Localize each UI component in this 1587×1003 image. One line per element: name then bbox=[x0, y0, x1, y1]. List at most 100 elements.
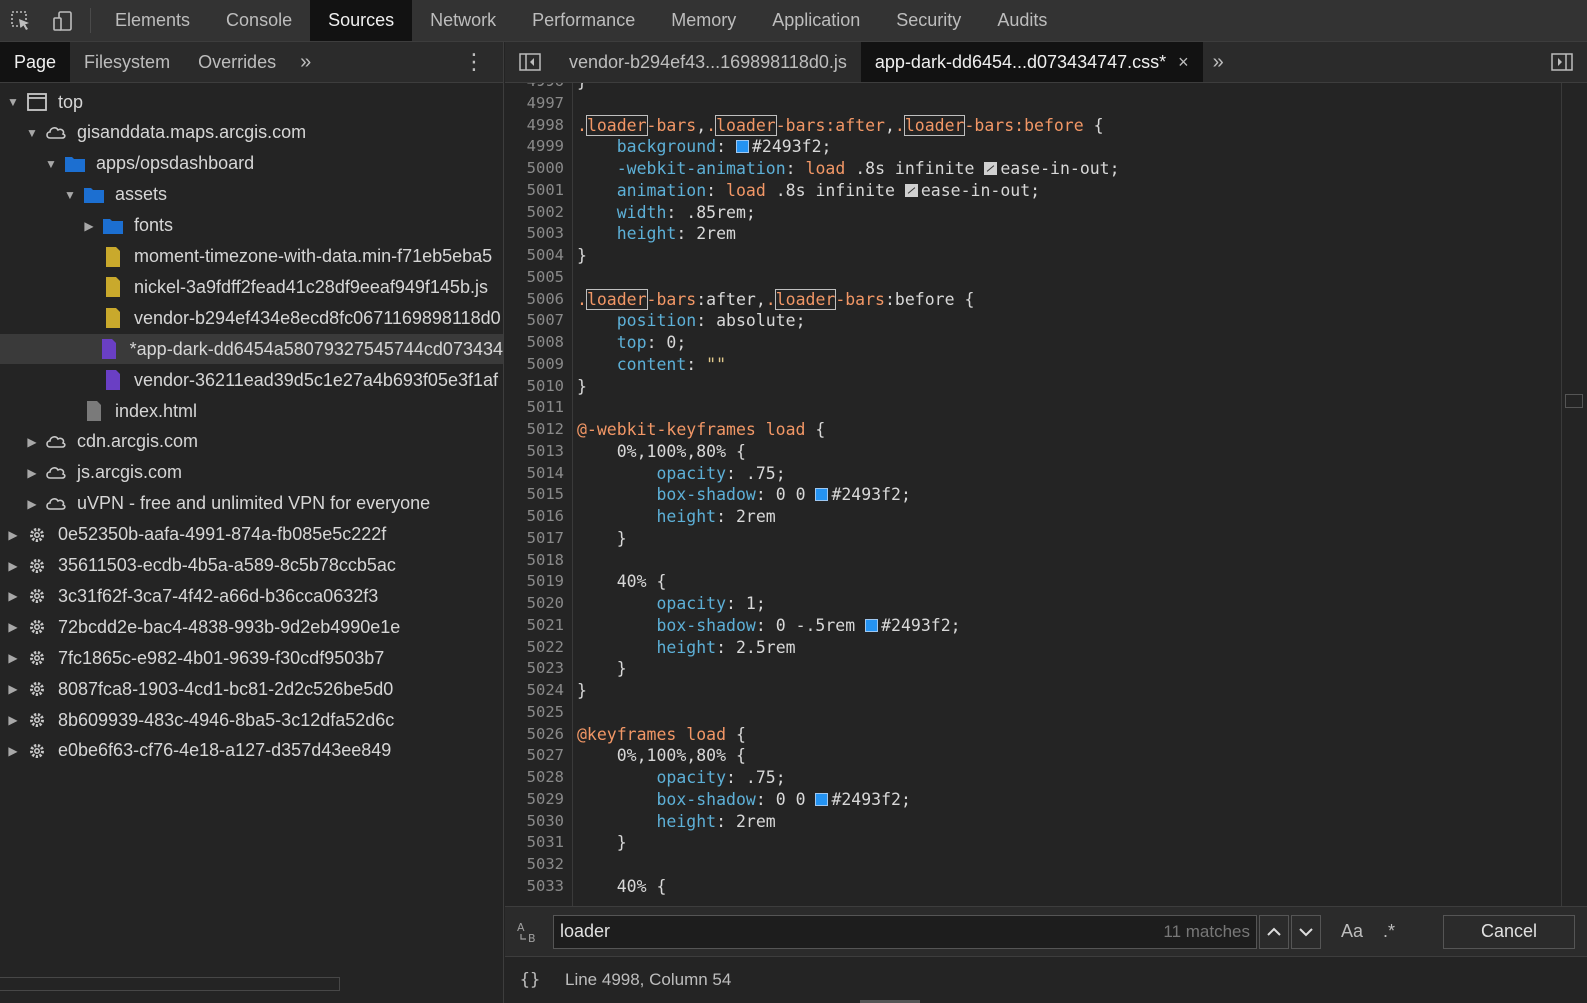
tree-item[interactable]: ▼ top bbox=[0, 87, 503, 117]
more-tabs-icon[interactable]: » bbox=[1203, 42, 1234, 82]
code-line[interactable]: } bbox=[577, 528, 627, 550]
code-line[interactable]: content: "" bbox=[577, 354, 726, 376]
tree-item[interactable]: ▼ apps/opsdashboard bbox=[0, 149, 503, 179]
horizontal-scrollbar[interactable] bbox=[0, 977, 340, 991]
code-line[interactable]: } bbox=[577, 376, 587, 398]
code-line[interactable]: 0%,100%,80% { bbox=[577, 441, 746, 463]
toggle-navigator-icon[interactable] bbox=[505, 42, 555, 82]
collapsed-arrow-icon[interactable]: ▶ bbox=[6, 559, 20, 573]
tab-network[interactable]: Network bbox=[412, 0, 514, 41]
tree-item[interactable]: vendor-b294ef434e8ecd8fc0671169898118d0 bbox=[0, 303, 503, 333]
code-line[interactable]: } bbox=[577, 245, 587, 267]
line-number-gutter[interactable]: 4996 4997 4998 4999 5000 5001 5002 5003 5004 5005… bbox=[505, 83, 573, 906]
tree-item[interactable]: ▼ gisanddata.maps.arcgis.com bbox=[0, 118, 503, 148]
code-line[interactable]: width: .85rem; bbox=[577, 202, 756, 224]
collapsed-arrow-icon[interactable]: ▶ bbox=[6, 744, 20, 758]
cancel-button[interactable]: Cancel bbox=[1443, 914, 1575, 949]
tree-item[interactable]: ▶ js.arcgis.com bbox=[0, 458, 503, 488]
search-field[interactable]: loader 11 matches bbox=[553, 914, 1257, 949]
code-line[interactable]: @keyframes load { bbox=[577, 724, 746, 746]
code-area[interactable]: 4996 4997 4998 4999 5000 5001 5002 5003 5004 5005… bbox=[505, 83, 1587, 906]
previous-match-button[interactable] bbox=[1259, 914, 1289, 949]
expanded-arrow-icon[interactable]: ▼ bbox=[63, 188, 77, 202]
tree-item[interactable]: ▶ 8087fca8-1903-4cd1-bc81-2d2c526be5d0 bbox=[0, 674, 503, 704]
code-line[interactable]: 40% { bbox=[577, 571, 667, 593]
tree-item[interactable]: ▶ 0e52350b-aafa-4991-874a-fb085e5c222f bbox=[0, 520, 503, 550]
expanded-arrow-icon[interactable]: ▼ bbox=[6, 95, 20, 109]
tree-item[interactable]: ▶ 72bcdd2e-bac4-4838-993b-9d2eb4990e1e bbox=[0, 612, 503, 642]
tree-item[interactable]: ▶ 3c31f62f-3ca7-4f42-a66d-b36cca0632f3 bbox=[0, 581, 503, 611]
tab-security[interactable]: Security bbox=[878, 0, 979, 41]
code-line[interactable]: box-shadow: 0 0 #2493f2; bbox=[577, 484, 910, 506]
tree-item[interactable]: ▶ uVPN - free and unlimited VPN for every… bbox=[0, 489, 503, 519]
tree-item[interactable]: ▶ e0be6f63-cf76-4e18-a127-d357d43ee849 bbox=[0, 736, 503, 766]
tab-sources[interactable]: Sources bbox=[310, 0, 413, 41]
regex-button[interactable]: .* bbox=[1383, 921, 1395, 942]
tab-audits[interactable]: Audits bbox=[979, 0, 1065, 41]
tree-item[interactable]: ▶ cdn.arcgis.com bbox=[0, 427, 503, 457]
code-line[interactable]: height: 2rem bbox=[577, 811, 775, 833]
collapsed-arrow-icon[interactable]: ▶ bbox=[6, 682, 20, 696]
collapsed-arrow-icon[interactable]: ▶ bbox=[6, 528, 20, 542]
code-line[interactable]: } bbox=[577, 83, 587, 93]
tree-item[interactable]: ▼ assets bbox=[0, 180, 503, 210]
tree-item[interactable]: vendor-36211ead39d5c1e27a4b693f05e3f1af bbox=[0, 365, 503, 395]
color-swatch-icon[interactable] bbox=[815, 792, 829, 806]
pretty-print-button[interactable]: {} bbox=[505, 970, 555, 990]
tab-console[interactable]: Console bbox=[208, 0, 310, 41]
match-case-button[interactable]: Aa bbox=[1341, 921, 1363, 942]
device-toolbar-icon[interactable] bbox=[42, 0, 84, 42]
toggle-debugger-icon[interactable] bbox=[1537, 42, 1587, 82]
code-line[interactable]: height: 2.5rem bbox=[577, 637, 795, 659]
tab-memory[interactable]: Memory bbox=[653, 0, 754, 41]
close-icon[interactable]: × bbox=[1178, 52, 1189, 73]
tab-application[interactable]: Application bbox=[754, 0, 878, 41]
code-line[interactable]: animation: load .8s infinite ease-in-out… bbox=[577, 180, 1040, 202]
editor-tab-app-dark-css[interactable]: app-dark-dd6454...d073434747.css* × bbox=[860, 42, 1203, 82]
collapsed-arrow-icon[interactable]: ▶ bbox=[25, 435, 39, 449]
tree-item[interactable]: index.html bbox=[0, 396, 503, 426]
color-swatch-icon[interactable] bbox=[735, 140, 749, 154]
collapsed-arrow-icon[interactable]: ▶ bbox=[6, 713, 20, 727]
search-replace-icon[interactable]: AB bbox=[505, 920, 553, 944]
code-line[interactable]: } bbox=[577, 832, 627, 854]
code-line[interactable]: background: #2493f2; bbox=[577, 136, 832, 158]
tab-elements[interactable]: Elements bbox=[97, 0, 208, 41]
tree-item[interactable]: ▶ 8b609939-483c-4946-8ba5-3c12dfa52d6c bbox=[0, 705, 503, 735]
search-input[interactable]: loader bbox=[560, 921, 1163, 942]
navigator-menu-icon[interactable]: ⋮ bbox=[445, 42, 503, 82]
tab-filesystem[interactable]: Filesystem bbox=[70, 42, 184, 82]
tree-item[interactable]: ▶ fonts bbox=[0, 211, 503, 241]
code-line[interactable]: } bbox=[577, 680, 587, 702]
code-line[interactable]: box-shadow: 0 -.5rem #2493f2; bbox=[577, 615, 960, 637]
expanded-arrow-icon[interactable]: ▼ bbox=[25, 126, 39, 140]
color-swatch-icon[interactable] bbox=[815, 488, 829, 502]
collapsed-arrow-icon[interactable]: ▶ bbox=[6, 620, 20, 634]
bezier-curve-icon[interactable] bbox=[984, 162, 998, 175]
code-line[interactable]: .loader-bars,.loader-bars:after,.loader-… bbox=[577, 114, 1104, 137]
tab-page[interactable]: Page bbox=[0, 42, 71, 82]
code-line[interactable]: opacity: .75; bbox=[577, 767, 785, 789]
code-line[interactable]: height: 2rem bbox=[577, 506, 775, 528]
bezier-curve-icon[interactable] bbox=[904, 183, 918, 197]
code-line[interactable]: -webkit-animation: load .8s infinite eas… bbox=[577, 158, 1120, 180]
code-line[interactable]: opacity: .75; bbox=[577, 463, 785, 485]
code-line[interactable]: opacity: 1; bbox=[577, 593, 765, 615]
tree-item[interactable]: *app-dark-dd6454a58079327545744cd073434 bbox=[0, 334, 503, 365]
tab-overrides[interactable]: Overrides bbox=[184, 42, 290, 82]
editor-tab-vendor-js[interactable]: vendor-b294ef43...169898118d0.js bbox=[555, 42, 861, 82]
code-line[interactable]: .loader-bars:after,.loader-bars:before { bbox=[577, 288, 974, 311]
collapsed-arrow-icon[interactable]: ▶ bbox=[6, 651, 20, 665]
tree-item[interactable]: ▶ 7fc1865c-e982-4b01-9639-f30cdf9503b7 bbox=[0, 643, 503, 673]
collapsed-arrow-icon[interactable]: ▶ bbox=[25, 497, 39, 511]
expanded-arrow-icon[interactable]: ▼ bbox=[44, 157, 58, 171]
collapsed-arrow-icon[interactable]: ▶ bbox=[6, 589, 20, 603]
code-line[interactable]: 40% { bbox=[577, 876, 667, 898]
tree-item[interactable]: nickel-3a9fdff2fead41c28df9eeaf949f145b.… bbox=[0, 272, 503, 302]
inspect-element-icon[interactable] bbox=[0, 0, 42, 42]
collapsed-arrow-icon[interactable]: ▶ bbox=[25, 466, 39, 480]
code-line[interactable]: } bbox=[577, 658, 627, 680]
code-line[interactable]: position: absolute; bbox=[577, 310, 806, 332]
more-tabs-icon[interactable]: » bbox=[290, 42, 321, 82]
code-line[interactable]: top: 0; bbox=[577, 332, 687, 354]
